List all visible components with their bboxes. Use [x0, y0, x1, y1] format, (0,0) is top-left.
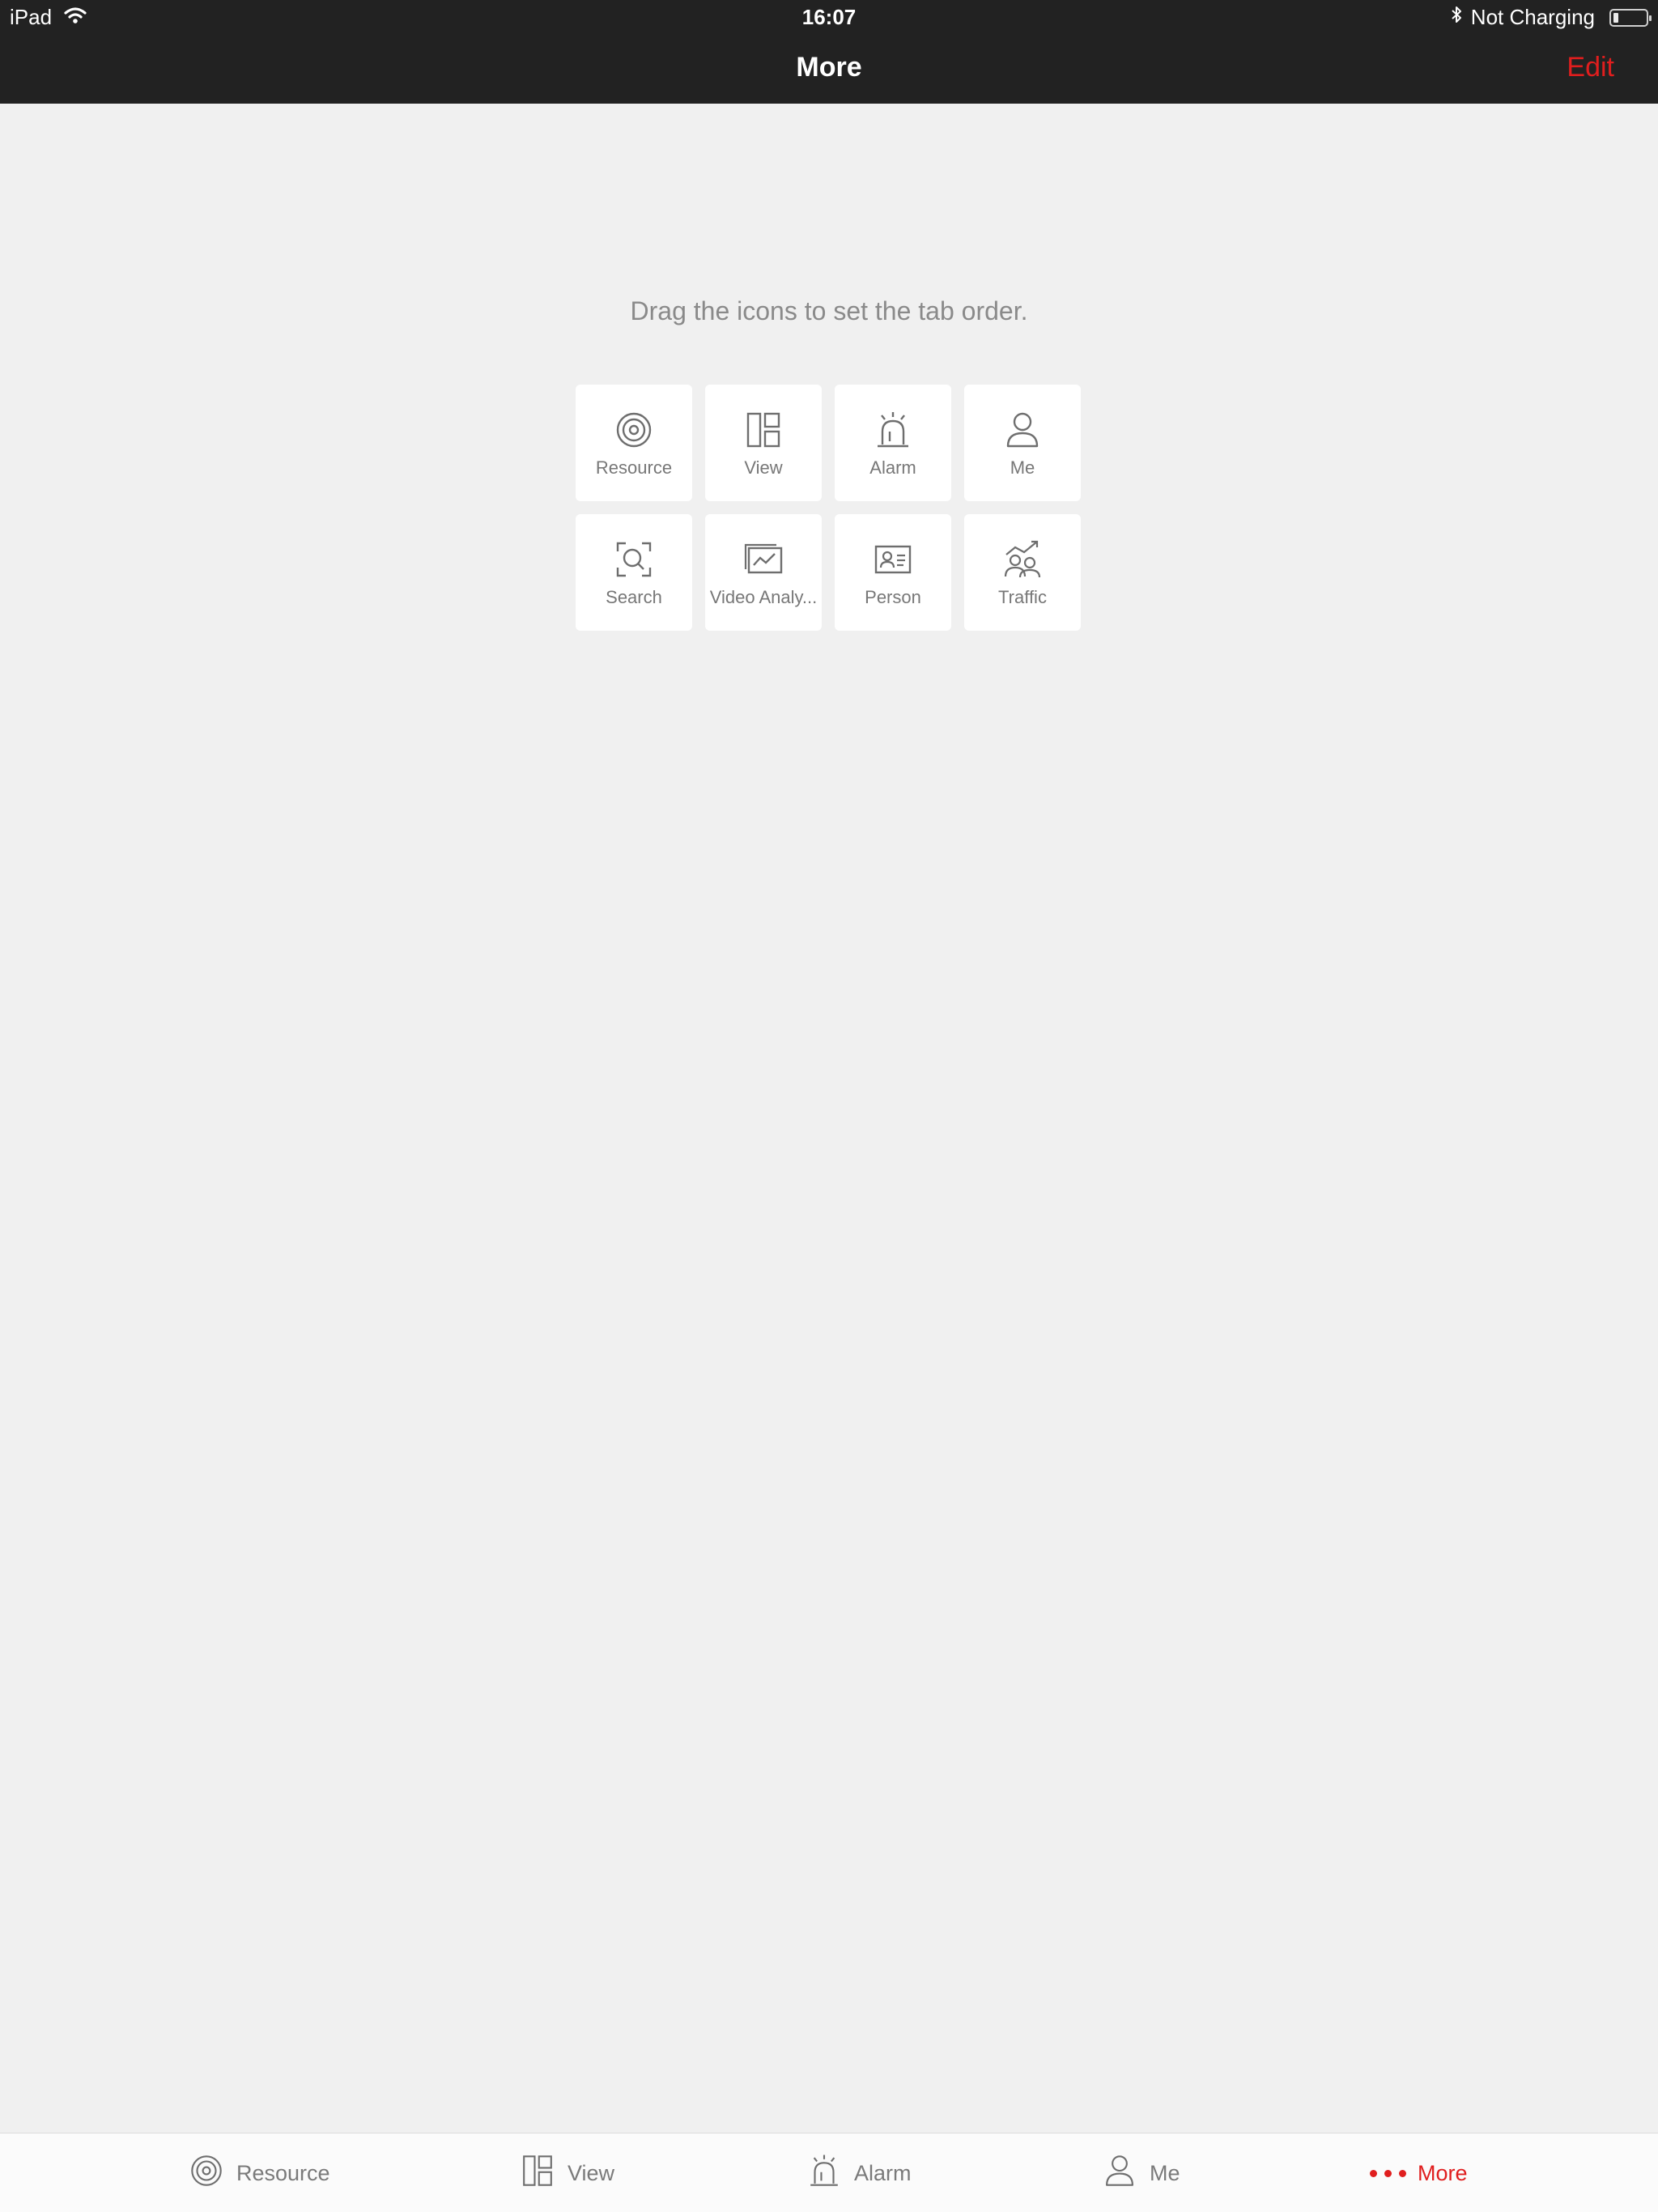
- tab-order-grid: Resource View Alarm Me Search Video Anal…: [576, 385, 1082, 631]
- tile-alarm[interactable]: Alarm: [835, 385, 951, 501]
- status-right: Not Charging: [1450, 5, 1652, 30]
- tab-label: Alarm: [854, 2160, 912, 2185]
- tile-video-analysis[interactable]: Video Analy...: [705, 514, 822, 631]
- tile-me[interactable]: Me: [964, 385, 1081, 501]
- alarm-icon: [872, 409, 914, 451]
- search-icon: [613, 538, 655, 581]
- tab-bar: Resource View Alarm Me More: [0, 2133, 1658, 2212]
- tab-label: Me: [1150, 2160, 1180, 2185]
- status-bar: iPad 16:07 Not Charging: [0, 0, 1658, 32]
- bluetooth-icon: [1450, 5, 1463, 30]
- tile-label: Me: [1010, 457, 1035, 478]
- more-dots-icon: [1370, 2169, 1406, 2177]
- tile-label: Video Analy...: [709, 587, 818, 607]
- alarm-icon: [806, 2152, 843, 2195]
- tile-search[interactable]: Search: [576, 514, 692, 631]
- status-time: 16:07: [801, 5, 857, 29]
- edit-button[interactable]: Edit: [1567, 52, 1614, 83]
- tab-label: More: [1418, 2160, 1468, 2185]
- tab-label: View: [568, 2160, 615, 2185]
- layout-icon: [519, 2152, 556, 2195]
- tile-label: Person: [865, 587, 921, 607]
- traffic-icon: [1001, 538, 1044, 581]
- tile-label: View: [744, 457, 783, 478]
- tab-label: Resource: [236, 2160, 330, 2185]
- drag-hint: Drag the icons to set the tab order.: [630, 296, 1028, 325]
- layout-icon: [742, 409, 784, 451]
- tab-alarm[interactable]: Alarm: [806, 2133, 912, 2212]
- person-icon: [1101, 2152, 1138, 2195]
- tab-me[interactable]: Me: [1101, 2133, 1180, 2212]
- camera-icon: [188, 2152, 225, 2195]
- tile-traffic[interactable]: Traffic: [964, 514, 1081, 631]
- tile-label: Search: [606, 587, 662, 607]
- battery-icon: [1609, 8, 1652, 27]
- page-title: More: [796, 52, 862, 83]
- tile-label: Resource: [595, 457, 673, 478]
- tile-view[interactable]: View: [705, 385, 822, 501]
- tile-label: Alarm: [869, 457, 916, 478]
- chart-icon: [742, 538, 784, 581]
- tab-more[interactable]: More: [1370, 2133, 1468, 2212]
- tab-resource[interactable]: Resource: [188, 2133, 330, 2212]
- tile-person[interactable]: Person: [835, 514, 951, 631]
- camera-icon: [613, 409, 655, 451]
- id-card-icon: [872, 538, 914, 581]
- screen: iPad 16:07 Not Charging More Edit Drag t…: [0, 0, 1658, 2212]
- tile-label: Traffic: [998, 587, 1047, 607]
- tile-resource[interactable]: Resource: [576, 385, 692, 501]
- person-icon: [1001, 409, 1044, 451]
- tab-view[interactable]: View: [519, 2133, 614, 2212]
- charging-status: Not Charging: [1470, 5, 1595, 29]
- header: iPad 16:07 Not Charging More Edit: [0, 0, 1658, 104]
